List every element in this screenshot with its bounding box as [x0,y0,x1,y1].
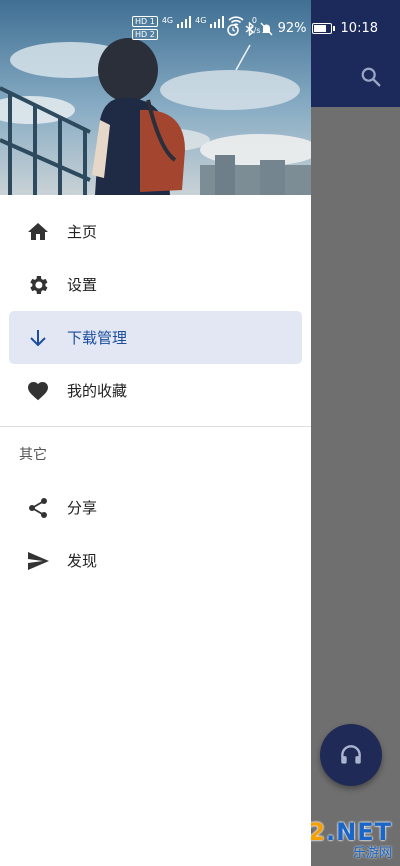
drawer-item-label: 我的收藏 [67,382,128,400]
bluetooth-icon [245,21,254,36]
drawer-divider [0,426,311,427]
heart-icon [26,379,50,403]
send-icon [26,549,50,573]
drawer-item-home[interactable]: 主页 [0,205,311,258]
drawer-item-label: 主页 [67,223,98,241]
headphones-fab[interactable] [320,724,382,786]
clock: 10:18 [340,21,378,36]
signal-bars-icon [177,16,192,28]
mute-bell-icon [260,22,273,35]
network-type-1: 4G [161,16,174,25]
drawer-item-share[interactable]: 分享 [0,481,311,534]
drawer-item-label: 下载管理 [67,329,128,347]
drawer-item-label: 设置 [67,276,98,294]
drawer-menu: 主页 设置 下载管理 我的收藏 [0,205,311,417]
share-icon [26,496,50,520]
drawer-item-settings[interactable]: 设置 [0,258,311,311]
signal-bars-icon [210,16,225,28]
status-right-group: 92% 10:18 [226,21,378,36]
battery-percent: 92% [277,21,307,36]
drawer-item-label: 分享 [67,499,98,517]
network-type-2: 4G [195,16,207,25]
download-arrow-icon [26,326,50,350]
headphones-icon [341,745,361,764]
drawer-item-label: 发现 [67,552,98,570]
drawer-item-discover[interactable]: 发现 [0,534,311,587]
section-title-other: 其它 [19,447,47,463]
drawer-item-download-manager[interactable]: 下载管理 [9,311,302,364]
alarm-icon [226,23,239,36]
watermark-site: 乐游网 [352,845,392,861]
navigation-drawer: 主页 设置 下载管理 我的收藏 其它 分享 发现 [0,0,311,866]
home-icon [26,220,50,244]
sim1-hd-badge: HD 1 [132,16,158,27]
gear-icon [26,273,50,297]
battery-icon [311,23,335,34]
status-bar: HD 1 HD 2 4G 4G 0 K/s 92% 10:18 [0,0,400,56]
search-icon[interactable] [360,66,382,88]
sim2-hd-badge: HD 2 [132,29,158,40]
drawer-item-favorites[interactable]: 我的收藏 [0,364,311,417]
drawer-menu-other: 分享 发现 [0,481,311,587]
